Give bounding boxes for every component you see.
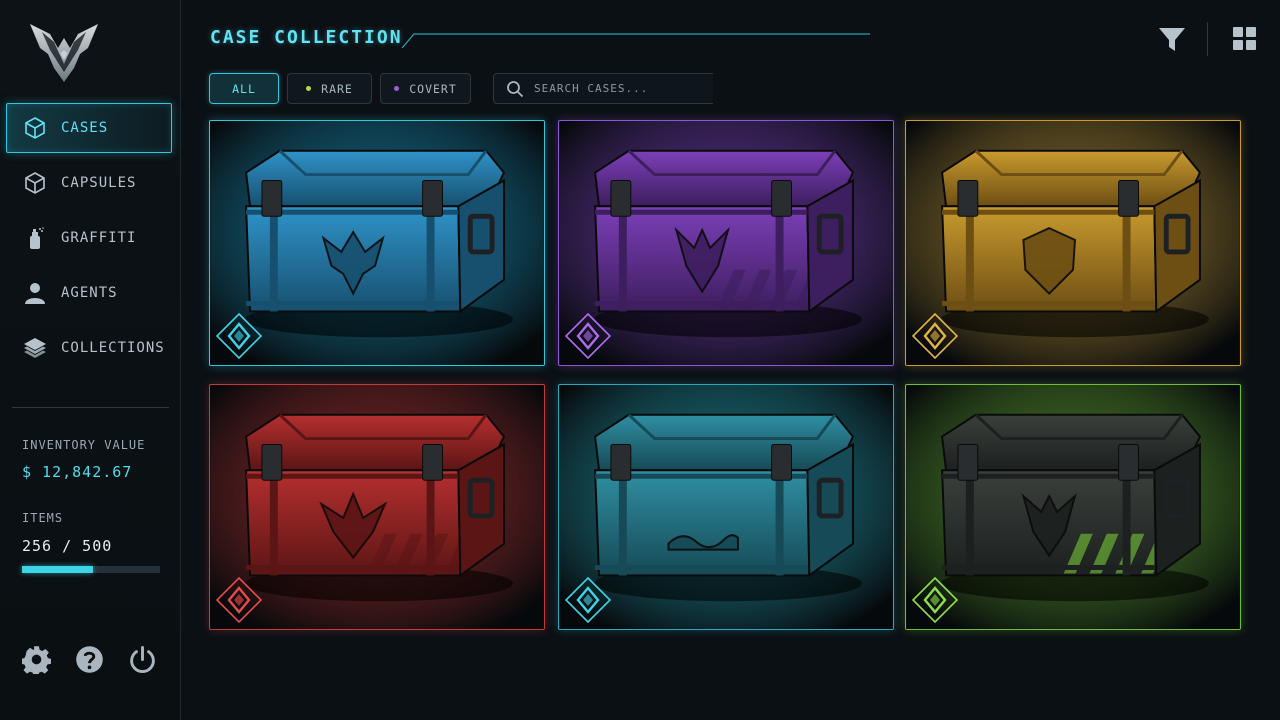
power-icon[interactable] xyxy=(128,645,157,674)
search-input[interactable] xyxy=(534,82,704,95)
sidebar: CASES CAPSULES GRAFFITI AGENTS COLLECTIO… xyxy=(0,0,181,720)
cube-outline-icon xyxy=(25,172,45,194)
case-card[interactable] xyxy=(905,384,1241,630)
rarity-diamond-icon xyxy=(215,312,263,360)
cube-icon xyxy=(25,117,45,139)
top-actions-divider xyxy=(1207,22,1208,56)
inventory-value-label: INVENTORY VALUE xyxy=(22,438,146,452)
rarity-diamond-icon xyxy=(564,312,612,360)
chip-label: RARE xyxy=(321,81,353,96)
nav-item-label: CASES xyxy=(61,120,109,136)
nav-item-collections[interactable]: COLLECTIONS xyxy=(6,323,172,373)
layers-icon xyxy=(24,338,46,358)
nav-item-capsules[interactable]: CAPSULES xyxy=(6,158,172,208)
search-icon xyxy=(507,80,524,97)
filter-chip-all[interactable]: ALL xyxy=(209,73,279,104)
covert-dot-icon xyxy=(394,86,400,91)
case-card[interactable] xyxy=(209,120,545,366)
items-progress-fill xyxy=(22,566,93,573)
nav-item-label: GRAFFITI xyxy=(61,230,137,246)
items-label: ITEMS xyxy=(22,511,64,525)
case-card[interactable] xyxy=(209,384,545,630)
nav-item-label: CAPSULES xyxy=(61,175,137,191)
chip-label: COVERT xyxy=(409,81,457,96)
sidebar-nav: CASES CAPSULES GRAFFITI AGENTS COLLECTIO… xyxy=(6,103,172,378)
inventory-value: $ 12,842.67 xyxy=(22,463,133,481)
filter-funnel-icon[interactable] xyxy=(1157,24,1187,54)
rarity-diamond-icon xyxy=(215,576,263,624)
search-box[interactable] xyxy=(493,73,713,104)
case-card[interactable] xyxy=(558,120,894,366)
sidebar-divider xyxy=(12,407,169,408)
nav-item-graffiti[interactable]: GRAFFITI xyxy=(6,213,172,263)
sidebar-bottom-actions xyxy=(20,645,157,677)
filter-chip-rare[interactable]: RARE xyxy=(287,73,372,104)
case-card[interactable] xyxy=(905,120,1241,366)
filter-bar: ALL RARE COVERT xyxy=(209,73,713,104)
person-icon xyxy=(25,283,45,304)
top-actions xyxy=(1157,22,1260,56)
grid-view-icon[interactable] xyxy=(1230,24,1260,54)
chip-label: ALL xyxy=(232,81,256,96)
filter-chip-covert[interactable]: COVERT xyxy=(380,73,471,104)
case-card[interactable] xyxy=(558,384,894,630)
items-count: 256 / 500 xyxy=(22,537,113,555)
title-accent-line xyxy=(401,33,870,49)
items-progress-bar xyxy=(22,566,160,573)
spray-can-icon xyxy=(30,227,44,249)
page-title: CASE COLLECTION xyxy=(210,27,403,48)
nav-item-cases[interactable]: CASES xyxy=(6,103,172,153)
nav-item-label: COLLECTIONS xyxy=(61,340,165,356)
settings-gear-icon[interactable] xyxy=(20,645,51,677)
rarity-diamond-icon xyxy=(911,312,959,360)
rarity-diamond-icon xyxy=(564,576,612,624)
nav-item-agents[interactable]: AGENTS xyxy=(6,268,172,318)
winged-emblem-logo[interactable] xyxy=(28,20,100,86)
help-icon[interactable] xyxy=(75,645,104,674)
rarity-diamond-icon xyxy=(911,576,959,624)
rare-dot-icon xyxy=(306,86,312,91)
nav-item-label: AGENTS xyxy=(61,285,118,301)
